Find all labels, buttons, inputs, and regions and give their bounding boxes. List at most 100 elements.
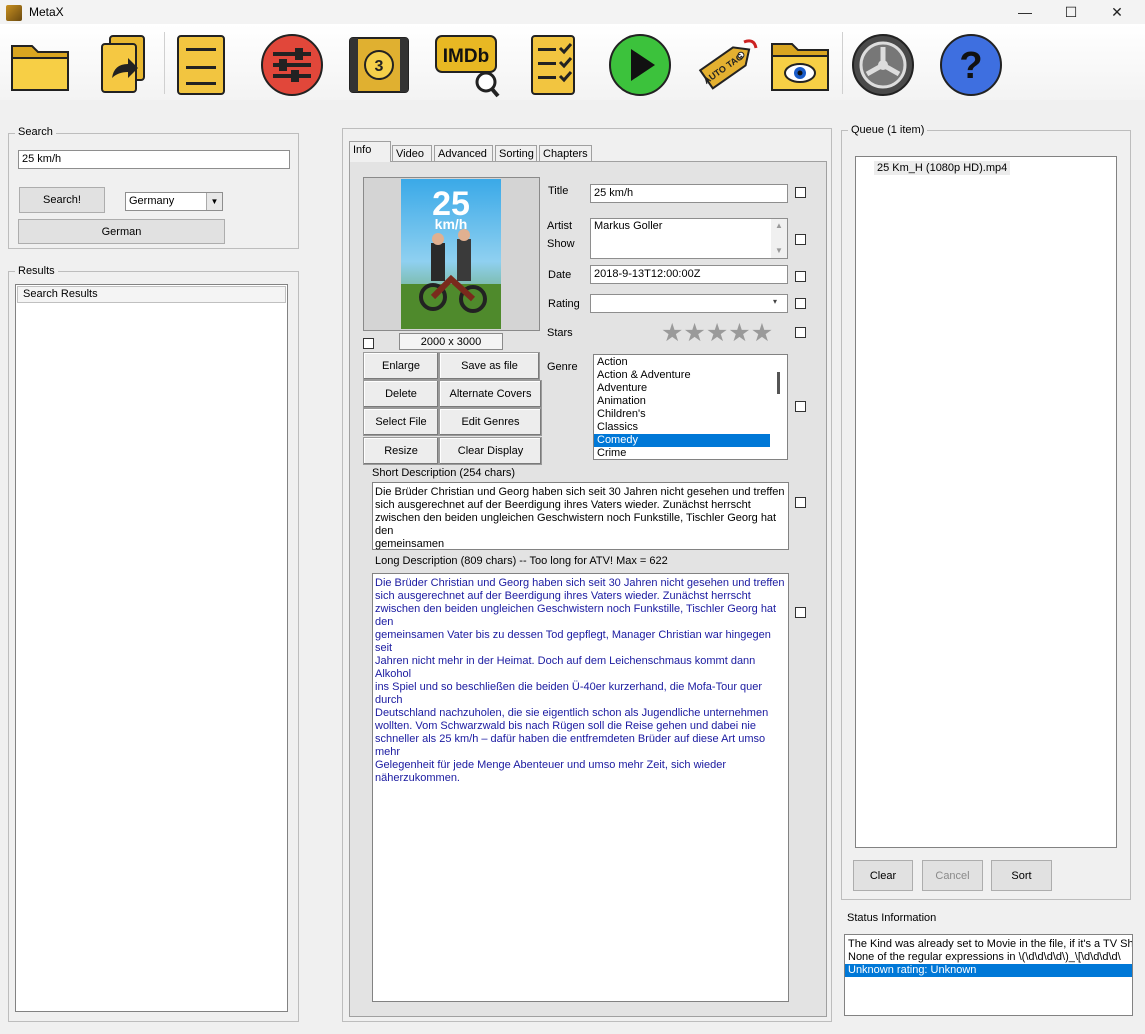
search-group-title: Search [15, 126, 56, 138]
tab-video[interactable]: Video [392, 145, 432, 162]
status-line[interactable]: The Kind was already set to Movie in the… [845, 938, 1132, 951]
artist-scrollbar[interactable]: ▲ ▼ [771, 219, 787, 258]
title-field[interactable]: 25 km/h [590, 184, 788, 203]
artist-checkbox[interactable] [795, 234, 806, 245]
delete-cover-button[interactable]: Delete [363, 380, 439, 408]
search-input[interactable]: 25 km/h [18, 150, 290, 169]
date-field[interactable]: 2018-9-13T12:00:00Z [590, 265, 788, 284]
film-number-text: 3 [375, 58, 384, 75]
short-description-field[interactable]: Die Brüder Christian und Georg haben sic… [372, 482, 789, 550]
date-label: Date [548, 269, 572, 281]
genre-label: Genre [547, 361, 578, 373]
show-label: Show [547, 238, 575, 250]
queue-item[interactable]: 25 Km_H (1080p HD).mp4 [874, 161, 1011, 175]
sort-queue-button[interactable]: Sort [991, 860, 1052, 891]
genre-items: Action Action & Adventure Adventure Animati… [594, 355, 770, 459]
clear-queue-button[interactable]: Clear [853, 860, 913, 891]
tab-advanced[interactable]: Advanced [434, 145, 493, 162]
view-folder-icon[interactable] [768, 32, 834, 98]
film-projector-icon[interactable] [850, 32, 916, 98]
genre-list[interactable]: Action Action & Adventure Adventure Animati… [593, 354, 788, 460]
batch-files-icon[interactable] [90, 32, 156, 98]
genre-checkbox[interactable] [795, 401, 806, 412]
checklist-icon[interactable] [522, 32, 588, 98]
genre-item[interactable]: Action [594, 356, 770, 369]
results-column-header[interactable]: Search Results [17, 286, 286, 303]
title-label: Title [548, 185, 569, 197]
genre-item[interactable]: Animation [594, 395, 770, 408]
status-list[interactable]: The Kind was already set to Movie in the… [844, 934, 1133, 1016]
rating-chevron-icon[interactable]: ▾ [773, 297, 777, 306]
queue-group-title: Queue (1 item) [848, 124, 928, 136]
resize-button[interactable]: Resize [363, 437, 439, 465]
status-lines: The Kind was already set to Movie in the… [845, 935, 1132, 977]
genre-item[interactable]: Classics [594, 421, 770, 434]
cover-dimensions: 2000 x 3000 [399, 333, 503, 350]
file-cabinet-icon[interactable] [168, 32, 234, 98]
stars-rating[interactable]: ★★★★★ [661, 320, 787, 346]
stars-checkbox[interactable] [795, 327, 806, 338]
toolbar-separator [164, 32, 165, 94]
star-icon[interactable]: ★ [706, 319, 728, 347]
window-title: MetaX [29, 5, 64, 19]
long-description-field[interactable]: Die Brüder Christian und Georg haben sic… [372, 573, 789, 1002]
cover-art-image[interactable]: 25 km/h [401, 179, 501, 329]
clear-display-button[interactable]: Clear Display [439, 437, 542, 465]
genre-scroll-thumb[interactable] [777, 372, 780, 394]
tab-chapters[interactable]: Chapters [539, 145, 592, 162]
results-group-title: Results [15, 265, 58, 277]
results-list[interactable]: Search Results [15, 284, 288, 1012]
toolbar-separator [842, 32, 843, 94]
long-description-checkbox[interactable] [795, 607, 806, 618]
open-folder-icon[interactable] [8, 32, 74, 98]
date-checkbox[interactable] [795, 271, 806, 282]
genre-item[interactable]: Comedy [594, 434, 770, 447]
artist-label: Artist [547, 220, 573, 232]
artist-field[interactable]: Markus Goller [590, 218, 788, 259]
edit-genres-button[interactable]: Edit Genres [439, 408, 542, 436]
rating-select[interactable] [590, 294, 788, 313]
star-icon[interactable]: ★ [683, 319, 705, 347]
close-button[interactable]: ✕ [1097, 2, 1137, 22]
genre-item[interactable]: Crime [594, 447, 770, 459]
star-icon[interactable]: ★ [661, 319, 683, 347]
short-description-text: Die Brüder Christian und Georg haben sic… [375, 486, 785, 550]
minimize-button[interactable]: — [1005, 2, 1045, 22]
stars-label: Stars [547, 327, 573, 339]
save-as-file-button[interactable]: Save as file [439, 352, 540, 380]
app-icon [6, 5, 22, 21]
genre-item[interactable]: Children's [594, 408, 770, 421]
star-icon[interactable]: ★ [751, 319, 773, 347]
alternate-covers-button[interactable]: Alternate Covers [439, 380, 542, 408]
scroll-up-icon[interactable]: ▲ [771, 219, 787, 232]
help-glyph: ? [959, 45, 982, 87]
enlarge-button[interactable]: Enlarge [363, 352, 439, 380]
status-line[interactable]: None of the regular expressions in \(\d\… [845, 951, 1132, 964]
title-bar: MetaX — ☐ ✕ [0, 0, 1145, 24]
auto-tag-icon[interactable]: AUTO TAG [694, 32, 760, 98]
cover-checkbox[interactable] [363, 338, 374, 349]
genre-scrollbar[interactable] [771, 355, 785, 459]
tab-sorting[interactable]: Sorting [495, 145, 537, 162]
genre-item[interactable]: Action & Adventure [594, 369, 770, 382]
language-button[interactable]: German [18, 219, 225, 244]
help-icon[interactable]: ? [938, 32, 1004, 98]
queue-list[interactable]: 25 Km_H (1080p HD).mp4 [855, 156, 1117, 848]
film-reel-icon[interactable]: 3 [346, 32, 412, 98]
cancel-queue-button[interactable]: Cancel [922, 860, 983, 891]
rating-label: Rating [548, 298, 580, 310]
status-line[interactable]: Unknown rating: Unknown [845, 964, 1132, 977]
genre-item[interactable]: Adventure [594, 382, 770, 395]
search-button[interactable]: Search! [19, 187, 105, 213]
maximize-button[interactable]: ☐ [1051, 2, 1091, 22]
tab-info[interactable]: Info [349, 141, 391, 162]
star-icon[interactable]: ★ [728, 319, 750, 347]
short-description-checkbox[interactable] [795, 497, 806, 508]
play-icon[interactable] [607, 32, 673, 98]
settings-sliders-icon[interactable] [259, 32, 325, 98]
rating-checkbox[interactable] [795, 298, 806, 309]
select-file-button[interactable]: Select File [363, 408, 439, 436]
chevron-down-icon[interactable]: ▼ [206, 193, 222, 210]
imdb-search-icon[interactable]: IMDb [434, 32, 500, 98]
title-checkbox[interactable] [795, 187, 806, 198]
